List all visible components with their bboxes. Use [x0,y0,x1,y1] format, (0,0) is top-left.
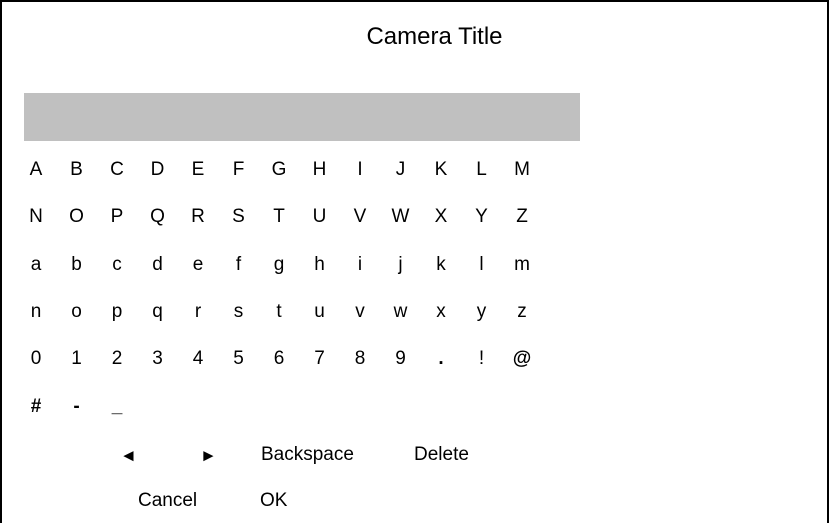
key-4-8[interactable]: u [300,295,340,329]
key-1-11[interactable]: K [421,153,461,187]
key-5-4[interactable]: 3 [138,342,178,376]
key-2-6[interactable]: S [219,200,259,234]
key-5-6[interactable]: 5 [219,342,259,376]
key-5-13[interactable]: @ [502,342,542,376]
key-4-11[interactable]: x [421,295,461,329]
key-2-12[interactable]: Y [462,200,502,234]
key-1-1[interactable]: A [16,153,56,187]
camera-title-input[interactable] [24,93,580,141]
ok-button[interactable]: OK [260,486,287,516]
key-1-7[interactable]: G [259,153,299,187]
key-3-4[interactable]: d [138,248,178,282]
delete-button[interactable]: Delete [414,440,469,470]
key-3-3[interactable]: c [97,248,137,282]
key-1-5[interactable]: E [178,153,218,187]
key-1-13[interactable]: M [502,153,542,187]
key-2-5[interactable]: R [178,200,218,234]
key-3-2[interactable]: b [57,248,97,282]
key-2-3[interactable]: P [97,200,137,234]
key-2-7[interactable]: T [259,200,299,234]
key-2-2[interactable]: O [57,200,97,234]
cancel-button[interactable]: Cancel [138,486,197,516]
key-2-13[interactable]: Z [502,200,542,234]
key-1-2[interactable]: B [57,153,97,187]
key-3-8[interactable]: h [300,248,340,282]
key-3-13[interactable]: m [502,248,542,282]
key-6-2[interactable]: - [57,390,97,424]
key-5-3[interactable]: 2 [97,342,137,376]
cursor-left-button[interactable]: ◄ [120,441,137,471]
key-4-3[interactable]: p [97,295,137,329]
key-3-12[interactable]: l [462,248,502,282]
key-5-12[interactable]: ! [462,342,502,376]
key-6-1[interactable]: # [16,390,56,424]
key-5-2[interactable]: 1 [57,342,97,376]
key-1-3[interactable]: C [97,153,137,187]
key-5-1[interactable]: 0 [16,342,56,376]
key-6-3[interactable]: _ [97,390,137,424]
key-4-5[interactable]: r [178,295,218,329]
key-2-1[interactable]: N [16,200,56,234]
key-2-4[interactable]: Q [138,200,178,234]
key-1-12[interactable]: L [462,153,502,187]
key-4-2[interactable]: o [57,295,97,329]
key-1-9[interactable]: I [340,153,380,187]
key-5-9[interactable]: 8 [340,342,380,376]
key-5-8[interactable]: 7 [300,342,340,376]
key-3-7[interactable]: g [259,248,299,282]
key-4-12[interactable]: y [462,295,502,329]
key-4-13[interactable]: z [502,295,542,329]
key-3-5[interactable]: e [178,248,218,282]
key-4-9[interactable]: v [340,295,380,329]
key-4-6[interactable]: s [219,295,259,329]
key-3-6[interactable]: f [219,248,259,282]
key-1-4[interactable]: D [138,153,178,187]
key-3-10[interactable]: j [381,248,421,282]
key-2-8[interactable]: U [300,200,340,234]
key-2-10[interactable]: W [381,200,421,234]
dialog-title: Camera Title [366,23,503,50]
key-4-7[interactable]: t [259,295,299,329]
key-4-4[interactable]: q [138,295,178,329]
key-3-9[interactable]: i [340,248,380,282]
key-5-7[interactable]: 6 [259,342,299,376]
key-4-10[interactable]: w [381,295,421,329]
key-5-10[interactable]: 9 [381,342,421,376]
key-1-6[interactable]: F [219,153,259,187]
cursor-right-button[interactable]: ► [200,441,217,471]
backspace-button[interactable]: Backspace [261,440,354,470]
key-2-9[interactable]: V [340,200,380,234]
key-5-5[interactable]: 4 [178,342,218,376]
key-5-11[interactable]: . [421,342,461,376]
key-2-11[interactable]: X [421,200,461,234]
key-3-11[interactable]: k [421,248,461,282]
key-3-1[interactable]: a [16,248,56,282]
key-1-10[interactable]: J [381,153,421,187]
key-1-8[interactable]: H [300,153,340,187]
key-4-1[interactable]: n [16,295,56,329]
